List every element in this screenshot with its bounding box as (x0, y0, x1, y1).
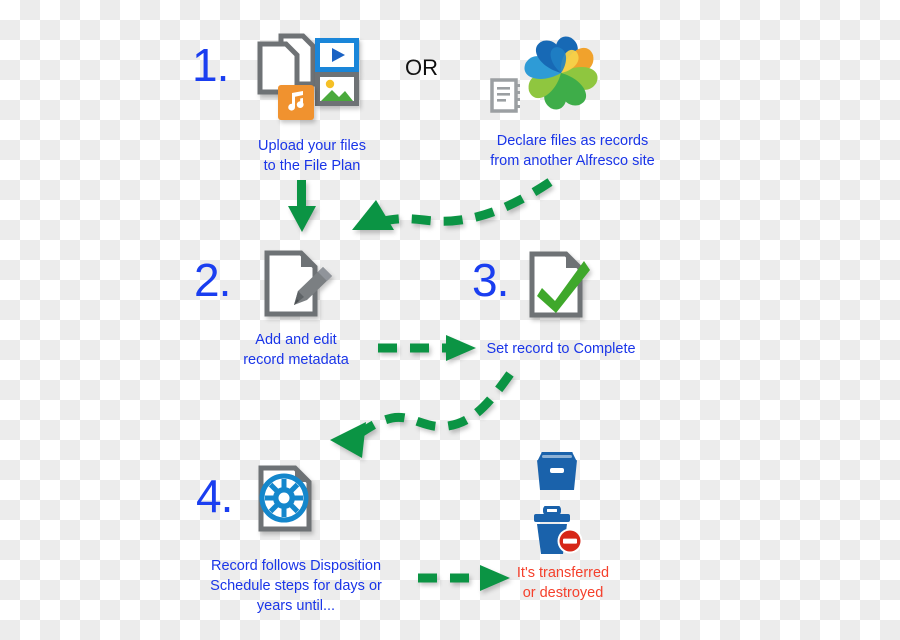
step-3-number: 3. (472, 254, 509, 306)
arrow-step3-to-step4 (322, 366, 522, 462)
step-4-caption: Record follows Disposition Schedule step… (210, 558, 382, 614)
document-gear-icon (255, 465, 321, 533)
image-file-icon (315, 72, 359, 106)
document-check-icon (528, 251, 592, 319)
diagram-canvas: 1. Upload your files to the File Plan OR… (0, 0, 900, 640)
step-3-caption: Set record to Complete (486, 341, 636, 357)
document-edit-icon (263, 250, 339, 320)
music-file-icon (278, 85, 314, 120)
step-2-caption: Add and edit record metadata (243, 332, 349, 368)
alfresco-logo-icon (519, 31, 603, 115)
step-1-caption: Upload your files to the File Plan (258, 138, 366, 174)
notebook-icon (490, 78, 522, 114)
alfresco-branch-caption: Declare files as records from another Al… (490, 133, 655, 169)
outcome-caption: It's transferred or destroyed (516, 565, 610, 601)
archive-box-icon (533, 448, 581, 492)
or-label: OR (405, 55, 438, 80)
step-2-number: 2. (194, 254, 231, 306)
arrow-step1-to-step2 (285, 180, 319, 236)
video-file-icon (315, 38, 359, 72)
arrow-alfresco-to-step2 (328, 172, 568, 252)
trash-delete-icon (529, 506, 585, 558)
step-4-number: 4. (196, 470, 233, 522)
arrow-step2-to-step3 (376, 333, 482, 363)
step-1-number: 1. (192, 39, 229, 91)
